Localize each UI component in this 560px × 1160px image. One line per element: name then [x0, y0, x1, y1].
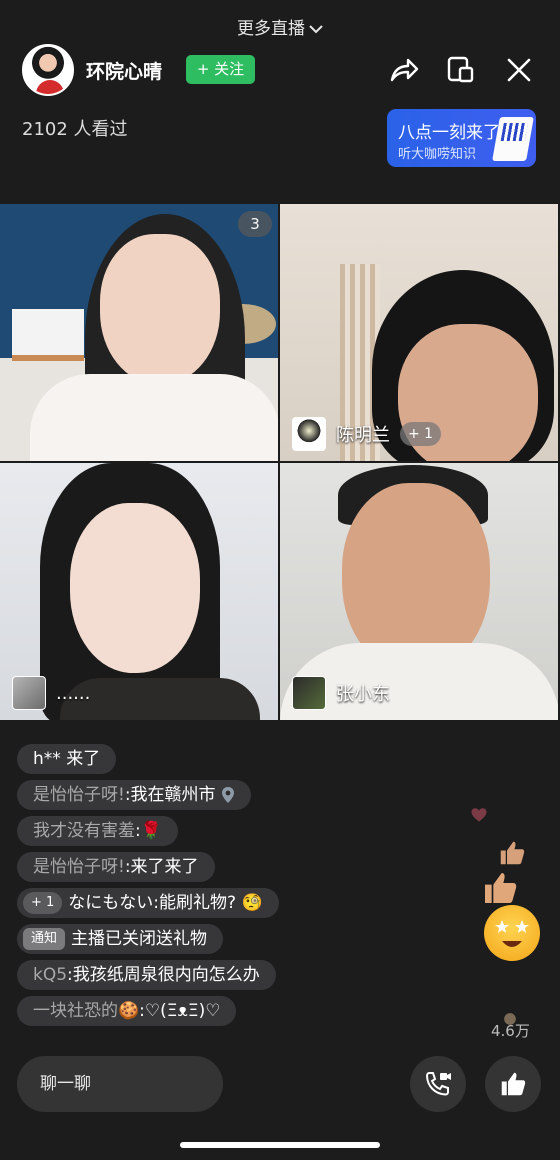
more-live-button[interactable]: 更多直播 — [0, 14, 560, 39]
chat-list: h** 来了 是怡怡子呀!:我在赣州市 我才没有害羞:🌹 是怡怡子呀!:来了来了… — [17, 744, 357, 1032]
floating-thumb-icon — [500, 841, 525, 865]
starstruck-emoji-icon — [484, 905, 540, 961]
video-grid: 3 陈明兰 + 1 ...... 张小东 — [0, 204, 560, 720]
guest-2-avatar — [12, 676, 46, 710]
chat-text: :我孩纸周泉很内向怎么办 — [67, 965, 260, 985]
guest-1-name: 陈明兰 — [336, 425, 390, 446]
promo-logo-icon — [492, 117, 534, 161]
chat-text: :来了来了 — [124, 857, 199, 877]
call-connect-button[interactable] — [410, 1056, 466, 1112]
host-avatar[interactable] — [22, 44, 74, 96]
notice-text: 主播已关闭送礼物 — [71, 929, 208, 949]
location-pin-icon — [221, 787, 234, 803]
guest-1-label: 陈明兰 + 1 — [292, 417, 442, 451]
chat-text: :♡(ΞᴥΞ)♡ — [139, 1001, 221, 1021]
chat-message[interactable]: 一块社恐的🍪:♡(ΞᴥΞ)♡ — [17, 996, 237, 1026]
desk-calendar — [12, 309, 84, 361]
guest-2-label: ...... — [12, 676, 90, 710]
chat-message[interactable]: kQ5:我孩纸周泉很内向怎么办 — [17, 960, 276, 990]
video-tile-guest-1[interactable]: 陈明兰 + 1 — [280, 204, 558, 461]
video-tile-host[interactable]: 3 — [0, 204, 278, 461]
host-face — [100, 234, 220, 384]
guest-3-avatar — [292, 676, 326, 710]
chat-text: :我在赣州市 — [124, 785, 216, 805]
promo-subtitle: 听大咖唠知识 — [398, 147, 477, 162]
guest-2-face — [70, 503, 200, 673]
user-level-badge: + 1 — [23, 892, 63, 914]
follow-button[interactable]: + 关注 — [186, 55, 255, 84]
guest-2-name: ...... — [56, 682, 91, 704]
video-tile-guest-2[interactable]: ...... — [0, 463, 278, 720]
thumbs-up-icon — [501, 1072, 526, 1096]
float-window-icon[interactable] — [445, 54, 477, 86]
like-button[interactable] — [485, 1056, 541, 1112]
likes-count: 4.6万 — [491, 1022, 530, 1040]
chat-user: なにもない — [68, 893, 154, 913]
chat-message[interactable]: h** 来了 — [17, 744, 117, 774]
video-tile-guest-3[interactable]: 张小东 — [280, 463, 558, 720]
home-indicator[interactable] — [180, 1142, 380, 1148]
chat-user: kQ5 — [33, 965, 68, 985]
chat-user: 我才没有害羞 — [33, 821, 135, 841]
chat-user: 是怡怡子呀! — [33, 857, 125, 877]
phone-video-icon — [425, 1072, 451, 1096]
guest-1-avatar — [292, 417, 326, 451]
chat-user: h** — [33, 749, 61, 769]
chat-input[interactable]: 聊一聊 — [17, 1056, 223, 1112]
chat-text: :🌹 — [135, 821, 162, 841]
chat-message[interactable]: 是怡怡子呀!:来了来了 — [17, 852, 215, 882]
close-icon[interactable] — [503, 54, 535, 86]
guest-1-level-badge: + 1 — [400, 422, 442, 446]
guest-3-name: 张小东 — [336, 684, 390, 705]
chat-user: 一块社恐的🍪 — [33, 1001, 140, 1021]
promo-title: 八点一刻来了 — [398, 123, 500, 143]
floating-heart-icon — [471, 808, 487, 822]
chat-notice: 通知 主播已关闭送礼物 — [17, 924, 224, 954]
promo-banner[interactable]: 八点一刻来了 听大咖唠知识 — [387, 109, 536, 167]
notice-tag: 通知 — [23, 928, 66, 950]
more-live-label: 更多直播 — [237, 19, 305, 39]
host-blouse — [30, 374, 278, 461]
chevron-down-icon — [309, 25, 323, 34]
share-icon[interactable] — [388, 54, 420, 86]
chat-message[interactable]: 是怡怡子呀!:我在赣州市 — [17, 780, 251, 810]
host-name[interactable]: 环院心晴 — [86, 57, 162, 84]
queue-count-badge: 3 — [238, 211, 272, 237]
chat-text: :能刷礼物? 🧐 — [153, 893, 263, 913]
chat-user: 是怡怡子呀! — [33, 785, 125, 805]
floating-thumb-icon-2 — [485, 873, 517, 903]
viewer-count: 2102 人看过 — [22, 119, 128, 140]
guest-3-label: 张小东 — [292, 676, 390, 710]
chat-message[interactable]: + 1 なにもない:能刷礼物? 🧐 — [17, 888, 279, 918]
chat-message[interactable]: 我才没有害羞:🌹 — [17, 816, 178, 846]
chat-text: 来了 — [66, 749, 101, 769]
